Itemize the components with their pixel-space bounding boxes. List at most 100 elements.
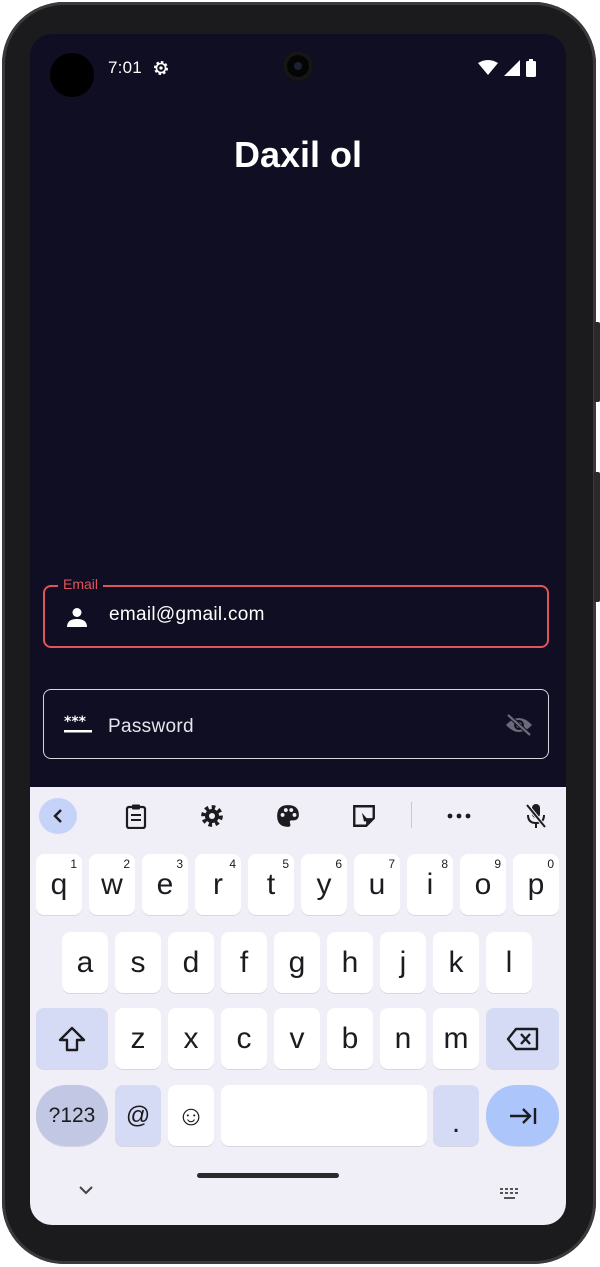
backspace-icon [506,1027,538,1050]
key-hint: 8 [441,857,448,871]
volume-button [594,322,600,402]
key-hint: 0 [547,857,554,871]
key-label: f [239,945,249,979]
power-button [594,472,600,602]
key-z[interactable]: z [115,1008,161,1069]
key-label: m [443,1021,469,1055]
hide-keyboard-icon[interactable] [78,1185,94,1195]
password-dots-icon: *** [64,715,92,733]
home-indicator[interactable] [197,1173,339,1178]
key-q[interactable]: q1 [36,854,82,915]
key-y[interactable]: y6 [301,854,347,915]
space-key[interactable] [221,1085,427,1146]
key-m[interactable]: m [433,1008,479,1069]
key-hint: 4 [229,857,236,871]
key-a[interactable]: a [62,932,108,993]
key-label: t [266,867,276,901]
key-label: s [130,945,146,979]
key-k[interactable]: k [433,932,479,993]
key-label: c [236,1021,252,1055]
tab-next-icon [509,1107,536,1124]
key-label: y [316,867,332,901]
key-h[interactable]: h [327,932,373,993]
key-hint: 7 [388,857,395,871]
palette-icon[interactable] [268,798,308,834]
more-icon[interactable] [439,798,479,834]
key-t[interactable]: t5 [248,854,294,915]
key-label: l [505,945,513,979]
key-p[interactable]: p0 [513,854,559,915]
email-value: email@gmail.com [109,604,265,625]
key-c[interactable]: c [221,1008,267,1069]
sticker-icon[interactable] [344,798,384,834]
key-label: h [341,945,359,979]
gear-icon [154,61,168,75]
key-label: r [213,867,223,901]
key-u[interactable]: u7 [354,854,400,915]
period-key[interactable]: . [433,1085,479,1146]
keyboard-switch-icon[interactable] [499,1187,521,1201]
key-label: a [76,945,94,979]
visibility-off-icon[interactable] [504,713,534,737]
emoji-key[interactable]: ☺ [168,1085,214,1146]
key-v[interactable]: v [274,1008,320,1069]
password-field[interactable]: *** Password [43,689,549,759]
key-n[interactable]: n [380,1008,426,1069]
clipboard-icon[interactable] [116,798,156,834]
front-camera [283,51,313,81]
email-field[interactable]: Email email@gmail.com [43,576,549,648]
key-label: i [426,867,434,901]
key-label: d [182,945,200,979]
key-e[interactable]: e3 [142,854,188,915]
key-s[interactable]: s [115,932,161,993]
key-label: o [474,867,492,901]
gear-icon[interactable] [192,798,232,834]
key-label: j [399,945,407,979]
status-dot [50,53,94,97]
keyboard-toolbar [30,787,566,845]
wifi-icon [478,60,498,75]
key-i[interactable]: i8 [407,854,453,915]
key-label: p [527,867,545,901]
key-j[interactable]: j [380,932,426,993]
key-label: k [448,945,464,979]
key-label: g [288,945,306,979]
key-w[interactable]: w2 [89,854,135,915]
status-bar: 7:01 [30,34,566,104]
key-label: n [394,1021,412,1055]
next-key[interactable] [486,1085,559,1146]
symbols-key[interactable]: ?123 [36,1085,108,1146]
key-label: w [101,867,123,901]
key-d[interactable]: d [168,932,214,993]
key-l[interactable]: l [486,932,532,993]
key-hint: 3 [176,857,183,871]
signal-icon [504,60,520,76]
svg-text:***: *** [64,715,87,730]
key-hint: 2 [123,857,130,871]
key-label: v [289,1021,305,1055]
person-icon [67,608,87,627]
key-label: x [183,1021,199,1055]
key-r[interactable]: r4 [195,854,241,915]
toolbar-divider [411,802,412,828]
key-label: z [130,1021,146,1055]
key-label: u [368,867,386,901]
at-key[interactable]: @ [115,1085,161,1146]
key-f[interactable]: f [221,932,267,993]
mic-off-icon[interactable] [516,798,556,834]
key-g[interactable]: g [274,932,320,993]
key-hint: 9 [494,857,501,871]
status-time: 7:01 [108,58,142,77]
back-chevron-icon[interactable] [39,798,77,834]
key-o[interactable]: o9 [460,854,506,915]
key-label: q [50,867,68,901]
shift-key[interactable] [36,1008,108,1069]
backspace-key[interactable] [486,1008,559,1069]
key-x[interactable]: x [168,1008,214,1069]
key-label: b [341,1021,359,1055]
screen: 7:01 Daxil ol Email email@gmail.com *** … [30,34,566,1225]
key-b[interactable]: b [327,1008,373,1069]
password-placeholder: Password [108,716,194,737]
page-title: Daxil ol [233,134,363,175]
email-label: Email [58,576,104,592]
